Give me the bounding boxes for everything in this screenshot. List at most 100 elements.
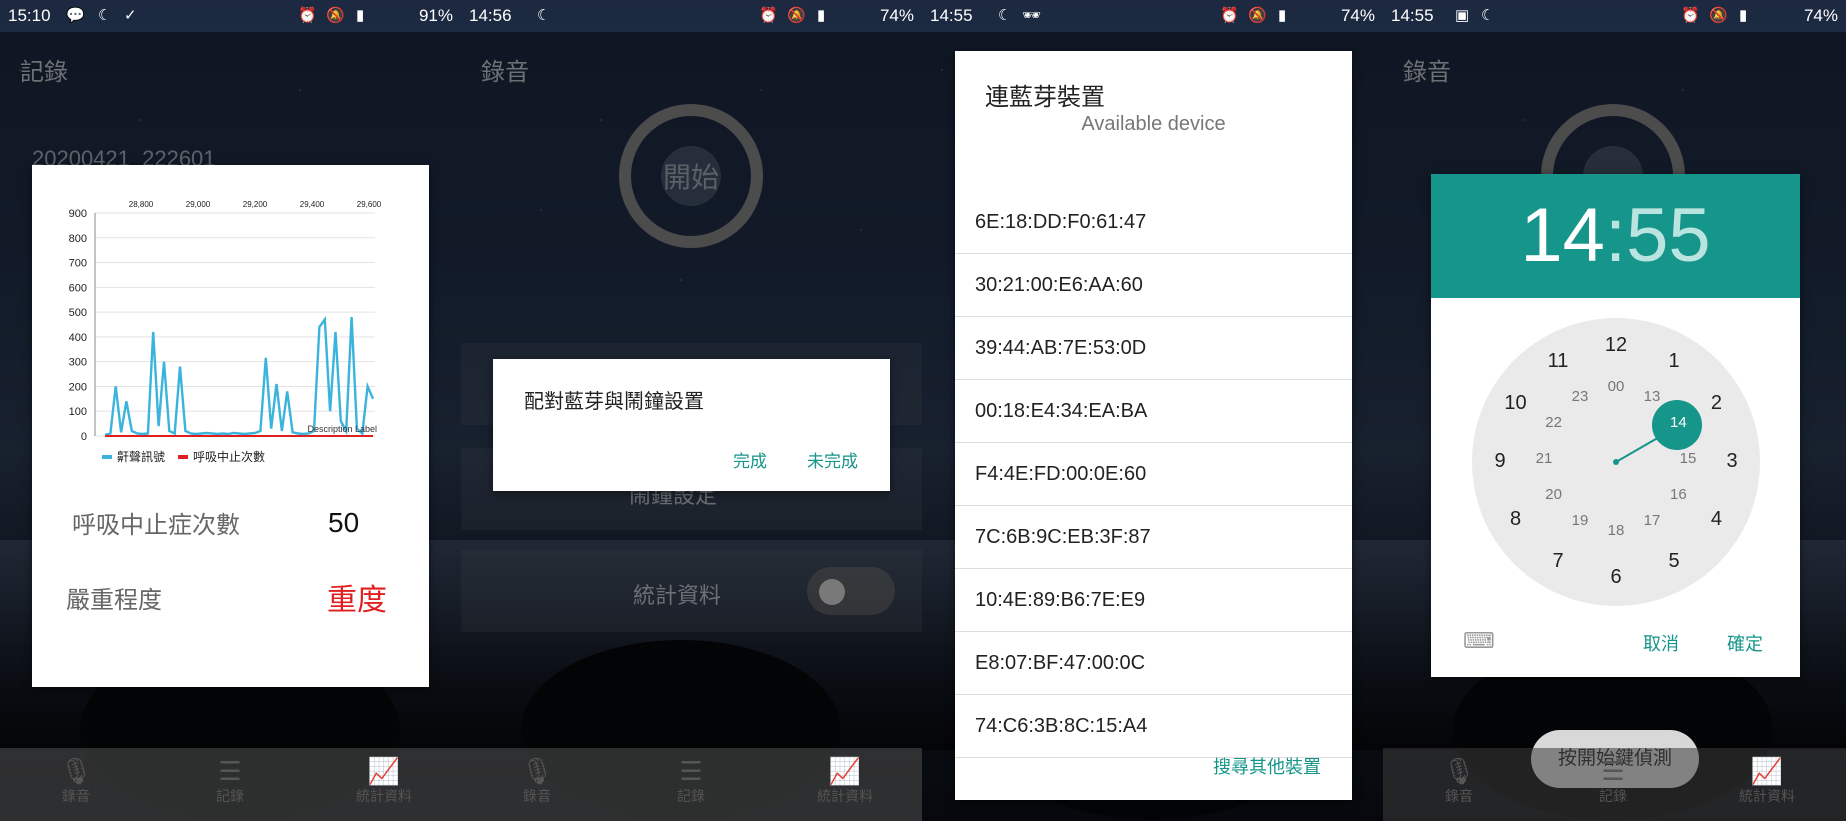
inner-hour-18[interactable]: 18	[1601, 522, 1631, 539]
device-list-item[interactable]: 00:18:E4:34:EA:BA	[955, 380, 1352, 443]
record-detail-dialog: 900 800 700 600 500 400 300 200 100 0 28,800 29,000…	[32, 165, 429, 687]
screen-recording: 14:56 ☾ ⏰ 🔕 ▮ 74% 錄音 開始 鬧鐘設定 統計資料 配對藍芽與鬧…	[461, 0, 922, 821]
y-tick-label: 800	[69, 233, 87, 245]
inner-hour-13[interactable]: 13	[1637, 388, 1667, 405]
nav-history[interactable]: ☰ 記錄	[1573, 756, 1653, 806]
apnea-count-label: 呼吸中止症次數	[72, 512, 240, 539]
incognito-icon: 🕶	[1022, 7, 1042, 24]
pairing-dialog-title: 配對藍芽與鬧鐘設置	[524, 391, 704, 413]
inner-hour-16[interactable]: 16	[1663, 486, 1693, 503]
y-tick-label: 100	[69, 406, 87, 418]
outer-hour-7[interactable]: 7	[1543, 550, 1573, 573]
outer-hour-4[interactable]: 4	[1701, 508, 1731, 531]
ok-button[interactable]: 確定	[1727, 630, 1763, 656]
outer-hour-5[interactable]: 5	[1659, 550, 1689, 573]
device-list-item[interactable]: 39:44:AB:7E:53:0D	[955, 317, 1352, 380]
device-list-item[interactable]: 6E:18:DD:F0:61:47	[955, 191, 1352, 254]
inner-hour-15[interactable]: 15	[1673, 450, 1703, 467]
nav-history[interactable]: ☰ 記錄	[651, 756, 731, 806]
device-list-item[interactable]: 10:4E:89:B6:7E:E9	[955, 569, 1352, 632]
outer-hour-9[interactable]: 9	[1485, 450, 1515, 473]
status-bar: 14:55 ☾ 🕶 ⏰ 🔕 ▮ 74%	[922, 0, 1383, 32]
moon-icon: ☾	[998, 7, 1012, 24]
outer-hour-1[interactable]: 1	[1659, 350, 1689, 373]
outer-hour-2[interactable]: 2	[1701, 392, 1731, 415]
apnea-count-value: 50	[328, 507, 360, 538]
inner-hour-21[interactable]: 21	[1529, 450, 1559, 467]
bottom-navigation: 🎙 錄音 ☰ 記錄 📈 統計資料	[1383, 748, 1846, 821]
y-tick-label: 600	[69, 282, 87, 294]
legend-label: 呼吸中止次數	[193, 449, 265, 464]
inner-hour-14[interactable]: 14	[1663, 414, 1693, 431]
screen-bluetooth: 14:55 ☾ 🕶 ⏰ 🔕 ▮ 74% 連藍芽裝置 Available devi…	[922, 0, 1383, 821]
device-list-item[interactable]: 7C:6B:9C:EB:3F:87	[955, 506, 1352, 569]
minute-display[interactable]: 55	[1626, 193, 1711, 278]
outer-hour-8[interactable]: 8	[1501, 508, 1531, 531]
severity-value: 重度	[327, 584, 387, 617]
check-download-icon: ✓	[124, 7, 137, 24]
status-time: 14:56	[469, 6, 512, 25]
device-address: 7C:6B:9C:EB:3F:87	[975, 526, 1151, 548]
outer-hour-12[interactable]: 12	[1601, 334, 1631, 357]
nav-record[interactable]: 🎙 錄音	[497, 756, 577, 806]
nav-stats[interactable]: 📈 統計資料	[1727, 756, 1807, 806]
device-list-item[interactable]: 74:C6:3B:8C:15:A4	[955, 695, 1352, 758]
inner-hour-22[interactable]: 22	[1539, 414, 1569, 431]
bluetooth-dialog-subtitle: Available device	[1081, 113, 1226, 135]
undone-button[interactable]: 未完成	[807, 447, 858, 472]
search-more-button[interactable]: 搜尋其他裝置	[1213, 753, 1321, 779]
status-time: 14:55	[930, 6, 973, 25]
nav-stats[interactable]: 📈 統計資料	[344, 756, 424, 806]
device-list-item[interactable]: 30:21:00:E6:AA:60	[955, 254, 1352, 317]
device-address: E8:07:BF:47:00:0C	[975, 652, 1146, 674]
legend-swatch	[102, 455, 112, 459]
device-list-item[interactable]: E8:07:BF:47:00:0C	[955, 632, 1352, 695]
hour-display[interactable]: 14	[1520, 193, 1605, 278]
list-icon: ☰	[679, 756, 703, 786]
x-tick-label: 29,600	[357, 200, 382, 209]
device-address: 30:21:00:E6:AA:60	[975, 274, 1143, 296]
y-tick-label: 700	[69, 258, 87, 270]
nav-record[interactable]: 🎙 錄音	[1419, 756, 1499, 806]
keyboard-icon[interactable]: ⌨	[1463, 628, 1495, 654]
clock-dial[interactable]: 12 1 2 3 4 5 6 7 8 9 10 11 00 13 14 15 16 17 18 19 20 21 22 23	[1472, 318, 1760, 606]
device-address: 10:4E:89:B6:7E:E9	[975, 589, 1146, 611]
moon-icon: ☾	[537, 7, 551, 24]
mute-icon: 🔕	[1248, 7, 1267, 24]
signal-icon: ▮	[1278, 7, 1287, 24]
status-bar: 14:55 ▣ ☾ ⏰ 🔕 ▮ 74%	[1383, 0, 1846, 32]
device-list-item[interactable]: F4:4E:FD:00:0E:60	[955, 443, 1352, 506]
legend-swatch	[178, 455, 188, 459]
nav-record[interactable]: 🎙 錄音	[36, 756, 116, 806]
mute-icon: 🔕	[1709, 7, 1728, 24]
bluetooth-device-dialog: 連藍芽裝置 Available device 6E:18:DD:F0:61:47…	[955, 51, 1352, 800]
series-line-snore	[104, 316, 375, 436]
bluetooth-dialog-title: 連藍芽裝置	[985, 84, 1105, 111]
outer-hour-11[interactable]: 11	[1543, 350, 1573, 373]
nav-history[interactable]: ☰ 記錄	[190, 756, 270, 806]
outer-hour-6[interactable]: 6	[1601, 566, 1631, 589]
alarm-icon: ⏰	[298, 7, 317, 24]
done-button[interactable]: 完成	[733, 447, 767, 472]
cancel-button[interactable]: 取消	[1643, 630, 1679, 656]
inner-hour-19[interactable]: 19	[1565, 512, 1595, 529]
inner-hour-23[interactable]: 23	[1565, 388, 1595, 405]
y-tick-label: 300	[69, 357, 87, 369]
x-tick-label: 29,000	[186, 200, 211, 209]
inner-hour-20[interactable]: 20	[1539, 486, 1569, 503]
chart-icon: 📈	[367, 756, 401, 786]
outer-hour-3[interactable]: 3	[1717, 450, 1747, 473]
y-tick-label: 500	[69, 307, 87, 319]
y-tick-label: 400	[69, 332, 87, 344]
list-icon: ☰	[218, 756, 242, 786]
nav-stats[interactable]: 📈 統計資料	[805, 756, 885, 806]
severity-label: 嚴重程度	[66, 587, 162, 614]
x-tick-label: 29,200	[243, 200, 268, 209]
inner-hour-17[interactable]: 17	[1637, 512, 1667, 529]
inner-hour-00[interactable]: 00	[1601, 378, 1631, 395]
status-bar: 15:10 💬 ☾ ✓ ⏰ 🔕 ▮ 91%	[0, 0, 461, 32]
outer-hour-10[interactable]: 10	[1501, 392, 1531, 415]
device-address: 39:44:AB:7E:53:0D	[975, 337, 1147, 359]
moon-icon: ☾	[1481, 7, 1495, 24]
signal-icon: ▮	[817, 7, 826, 24]
